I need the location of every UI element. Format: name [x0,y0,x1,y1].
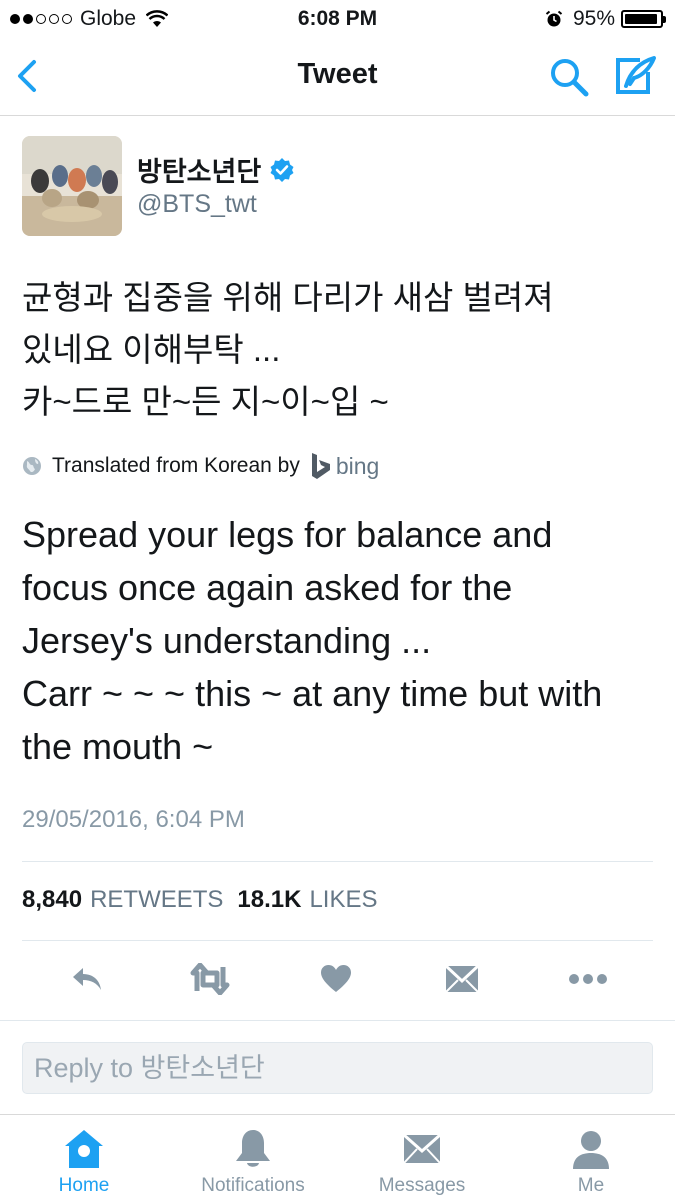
status-bar-right: 95% [545,7,666,31]
direct-message-button[interactable] [437,954,487,1004]
battery-icon [621,10,666,28]
tweet-text-line: 있네요 이해부탁 ... [22,331,281,368]
divider [0,1020,675,1021]
display-name[interactable]: 방탄소년단 [137,150,261,189]
likes-label[interactable]: LIKES [309,886,377,914]
tab-label: Messages [378,1175,466,1196]
envelope-icon [403,1133,441,1164]
tweet-author[interactable]: 방탄소년단 @BTS_twt [22,136,652,240]
more-button[interactable] [563,954,613,1004]
person-icon [573,1131,609,1169]
tab-notifications[interactable]: Notifications [178,1127,328,1197]
bell-icon [236,1130,270,1167]
translation-attribution[interactable]: Translated from Korean by bing [22,452,379,480]
tab-label: Me [577,1175,605,1196]
retweet-icon [190,963,230,995]
battery-percent: 95% [572,7,615,30]
more-icon [569,974,607,984]
tab-me[interactable]: Me [516,1127,666,1197]
globe-icon [23,457,41,475]
tweet-text-line: 카~드로 만~든 지~이~입 ~ [22,383,389,420]
reply-icon [73,968,101,990]
likes-count[interactable]: 18.1K [237,886,301,914]
bing-logo-icon [311,453,330,479]
translated-label: Translated from Korean by [52,454,300,477]
divider [22,940,653,941]
search-icon[interactable] [548,56,590,98]
user-handle[interactable]: @BTS_twt [137,190,257,219]
avatar[interactable] [22,136,122,236]
like-button[interactable] [311,954,361,1004]
tab-home[interactable]: Home [9,1127,159,1197]
divider [22,861,653,862]
translation-line: Jersey's understanding ... [22,620,432,661]
navigation-bar: Tweet [0,40,675,116]
tweet-text-line: 균형과 집중을 위해 다리가 새삼 벌려져 [22,279,554,316]
name-row: 방탄소년단 [137,150,295,189]
tweet-text: 균형과 집중을 위해 다리가 새삼 벌려져 있네요 이해부탁 ... 카~드로 … [22,272,652,428]
translation-line: the mouth ~ [22,726,214,767]
tab-messages[interactable]: Messages [347,1127,497,1197]
translation-line: Spread your legs for balance and [22,514,553,555]
retweet-button[interactable] [185,954,235,1004]
tweet-actions [0,954,675,1010]
translation-line: Carr ~ ~ ~ this ~ at any time but with [22,673,603,714]
like-icon [321,965,351,992]
alarm-icon [545,10,563,27]
status-bar: Globe 6:08 PM 95% [0,0,675,40]
message-icon [445,965,479,993]
compose-icon[interactable] [612,54,658,98]
tweet-timestamp: 29/05/2016, 6:04 PM [22,806,245,833]
reply-box[interactable] [22,1042,653,1094]
translation-line: focus once again asked for the [22,567,513,608]
tab-label: Home [58,1175,110,1196]
tab-bar: Home Notifications Messages Me [0,1114,675,1200]
verified-badge-icon [270,157,294,182]
reply-input[interactable] [23,1043,652,1093]
retweets-label[interactable]: RETWEETS [90,886,223,914]
reply-button[interactable] [62,954,112,1004]
tweet-stats: 8,840 RETWEETS 18.1K LIKES [22,886,392,914]
home-icon [65,1130,103,1168]
retweets-count[interactable]: 8,840 [22,886,82,914]
tweet-translation: Spread your legs for balance and focus o… [22,508,662,773]
tab-label: Notifications [201,1175,305,1196]
translator-name: bing [335,452,380,479]
